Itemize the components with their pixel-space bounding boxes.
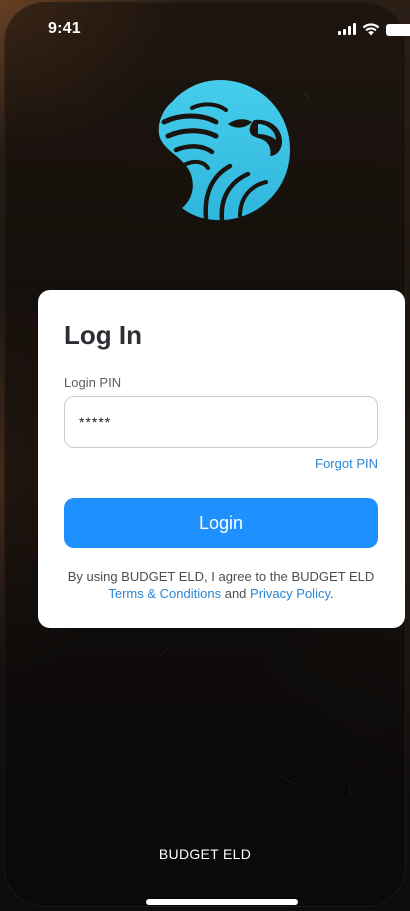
login-button[interactable]: Login xyxy=(64,498,378,548)
status-icons xyxy=(338,22,410,36)
agreement-prefix: By using BUDGET ELD, I agree to the BUDG… xyxy=(67,569,375,584)
status-bar: 9:41 xyxy=(0,0,410,54)
login-screen: 9:41 Log In Login PIN ***** Forgot PIN L… xyxy=(0,0,410,911)
battery-icon xyxy=(386,24,410,36)
privacy-link[interactable]: Privacy Policy xyxy=(250,586,330,601)
terms-link[interactable]: Terms & Conditions xyxy=(108,586,221,601)
agreement-text: By using BUDGET ELD, I agree to the BUDG… xyxy=(60,568,382,602)
status-time: 9:41 xyxy=(48,20,81,37)
pin-field-label: Login PIN xyxy=(64,375,122,390)
agreement-and: and xyxy=(224,586,247,601)
page-title: Log In xyxy=(64,320,142,350)
forgot-pin-link[interactable]: Forgot PIN xyxy=(315,456,378,471)
home-indicator[interactable] xyxy=(146,899,298,905)
brand-footer: BUDGET ELD xyxy=(158,846,252,862)
signal-icon xyxy=(338,23,358,35)
eagle-logo-icon xyxy=(158,80,290,223)
pin-input[interactable] xyxy=(64,396,378,448)
wifi-icon xyxy=(362,23,380,36)
agreement-suffix: . xyxy=(330,586,334,601)
login-card: Log In Login PIN Forgot PIN Login By usi… xyxy=(38,290,405,628)
